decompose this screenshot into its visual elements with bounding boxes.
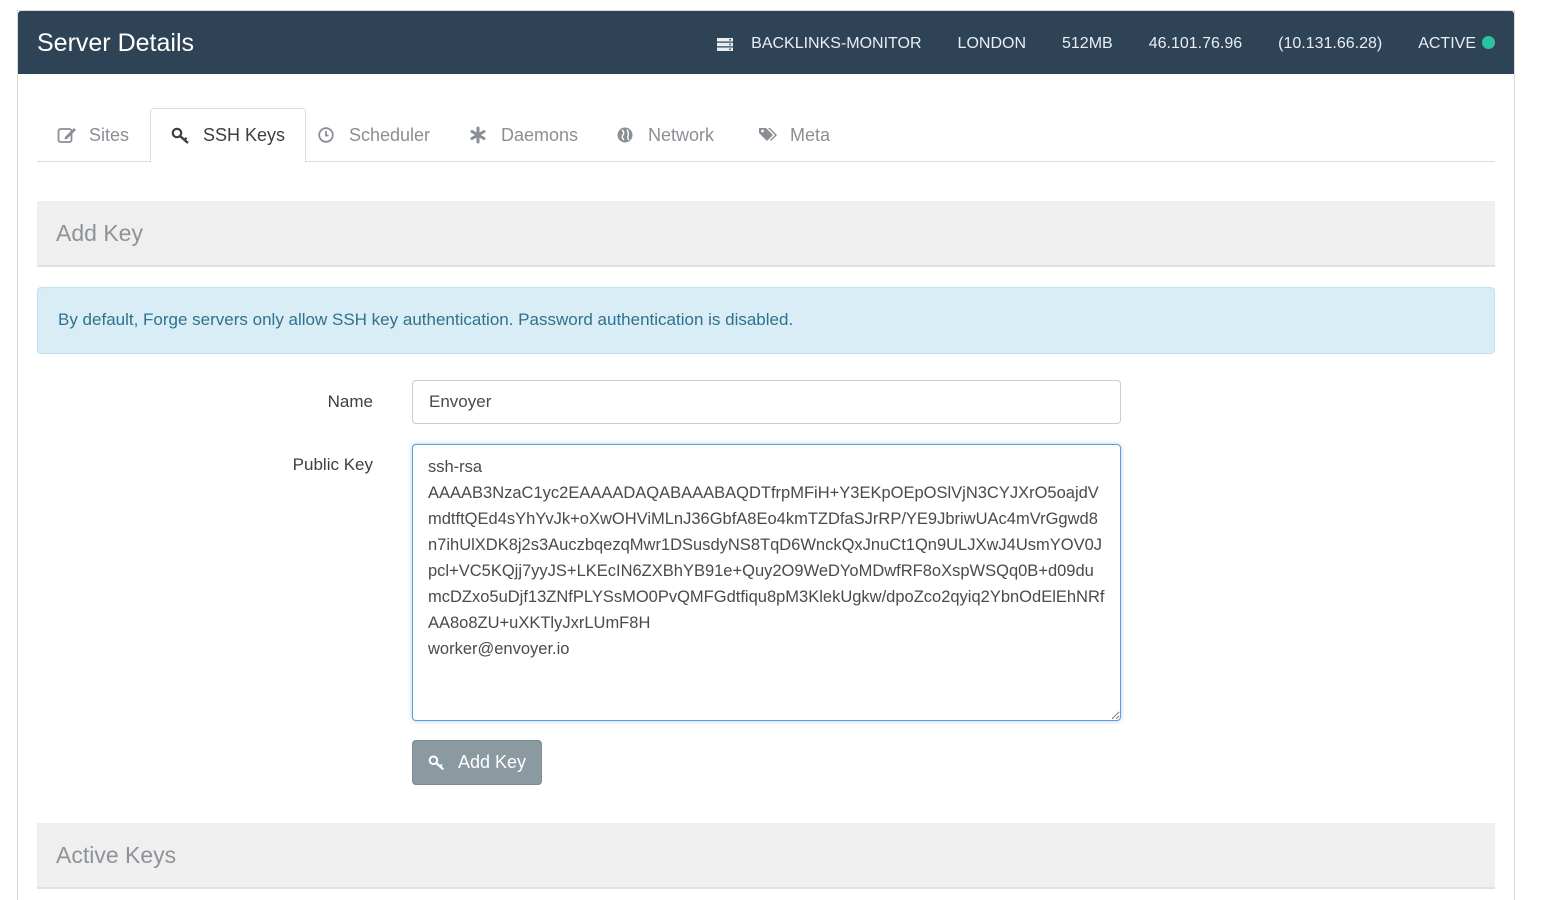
server-public-ip: 46.101.76.96 <box>1148 35 1243 52</box>
server-icon <box>717 37 734 51</box>
tab-daemons-label: Daemons <box>501 124 579 145</box>
server-memory: 512MB <box>1062 35 1113 52</box>
tab-scheduler-label: Scheduler <box>349 124 431 145</box>
server-name: BACKLINKS-MONITOR <box>751 35 922 52</box>
tab-meta[interactable]: Meta <box>738 108 850 162</box>
active-keys-title: Active Keys <box>56 842 177 868</box>
clock-icon <box>318 127 334 143</box>
add-key-button-label: Add Key <box>457 752 527 772</box>
active-keys-heading: Active Keys <box>37 823 1495 889</box>
add-key-heading: Add Key <box>37 201 1495 267</box>
server-header: Server Details BACKLINKS-MONITOR LONDON … <box>18 11 1514 74</box>
tab-meta-label: Meta <box>790 124 831 145</box>
tab-ssh-keys-label: SSH Keys <box>203 125 286 145</box>
add-key-title: Add Key <box>56 220 143 246</box>
public-key-textarea[interactable]: ssh-rsa AAAAB3NzaC1yc2EAAAADAQABAAABAQDT… <box>412 444 1121 721</box>
tab-bar: Sites SSH Keys Scheduler Daemons Network… <box>37 108 1495 163</box>
tab-scheduler[interactable]: Scheduler <box>297 108 450 162</box>
status-dot-icon <box>1482 36 1495 49</box>
edit-icon <box>57 128 76 143</box>
server-private-ip: (10.131.66.28) <box>1278 35 1383 52</box>
info-alert: By default, Forge servers only allow SSH… <box>37 287 1495 354</box>
tab-daemons[interactable]: Daemons <box>449 108 598 162</box>
public-key-label: Public Key <box>292 455 373 474</box>
asterisk-icon <box>470 126 486 144</box>
tab-sites[interactable]: Sites <box>37 108 149 162</box>
key-icon <box>171 127 189 144</box>
globe-icon <box>617 127 633 143</box>
status-text: ACTIVE <box>1418 35 1476 52</box>
server-details-panel: Server Details BACKLINKS-MONITOR LONDON … <box>17 10 1515 900</box>
server-name-item: BACKLINKS-MONITOR <box>717 34 922 54</box>
tab-network-label: Network <box>648 124 715 145</box>
tab-sites-label: Sites <box>89 124 130 145</box>
add-key-button[interactable]: Add Key <box>412 740 542 785</box>
page-title: Server Details <box>37 29 194 57</box>
tags-icon <box>759 128 777 141</box>
tab-ssh-keys[interactable]: SSH Keys <box>150 108 307 163</box>
server-region: LONDON <box>957 35 1026 52</box>
name-label: Name <box>327 392 373 411</box>
tab-network[interactable]: Network <box>596 108 734 162</box>
key-icon <box>428 755 444 770</box>
server-status: ACTIVE <box>1418 34 1495 54</box>
name-input[interactable] <box>412 380 1121 424</box>
server-meta: BACKLINKS-MONITOR LONDON 512MB 46.101.76… <box>717 34 1495 54</box>
